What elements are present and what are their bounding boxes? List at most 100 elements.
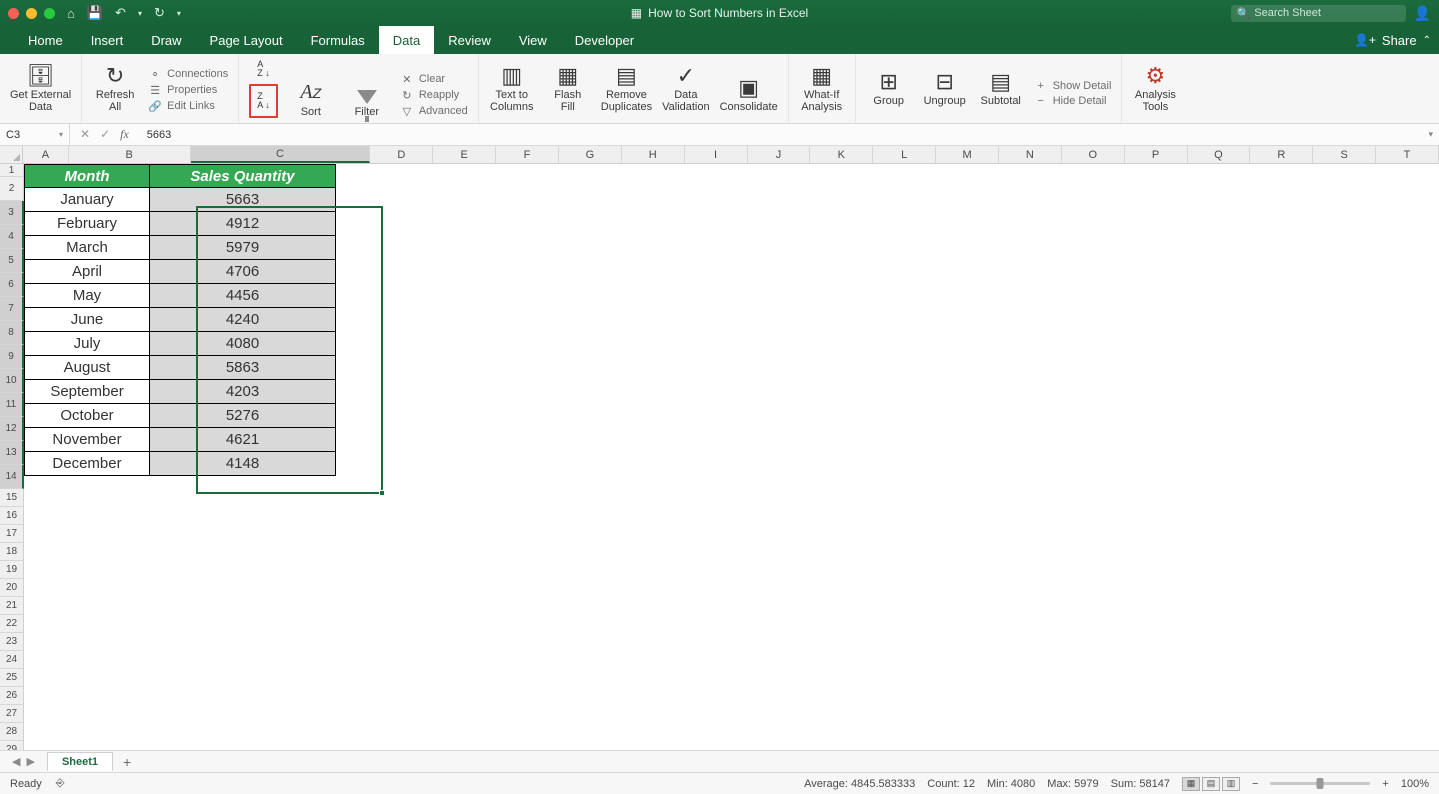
row-header-5[interactable]: 5	[0, 249, 24, 273]
namebox-dropdown-icon[interactable]: ▾	[59, 130, 63, 139]
table-header-qty[interactable]: Sales Quantity	[150, 164, 336, 188]
undo-icon[interactable]: ↶	[115, 5, 126, 21]
table-cell-value[interactable]: 4456	[150, 284, 336, 308]
table-cell-value[interactable]: 4621	[150, 428, 336, 452]
column-header-A[interactable]: A	[23, 146, 68, 163]
row-header-23[interactable]: 23	[0, 633, 24, 651]
column-header-Q[interactable]: Q	[1188, 146, 1251, 163]
table-cell-month[interactable]: November	[24, 428, 150, 452]
column-header-J[interactable]: J	[748, 146, 811, 163]
table-cell-month[interactable]: September	[24, 380, 150, 404]
sheet-nav-next-icon[interactable]: ▶	[26, 755, 34, 768]
row-header-12[interactable]: 12	[0, 417, 24, 441]
select-all-corner[interactable]	[0, 146, 23, 163]
table-cell-month[interactable]: May	[24, 284, 150, 308]
consolidate-button[interactable]: ▣Consolidate	[720, 77, 778, 113]
formula-input[interactable]: 5663	[139, 129, 171, 141]
table-cell-month[interactable]: August	[24, 356, 150, 380]
tab-insert[interactable]: Insert	[77, 26, 138, 54]
refresh-all-button[interactable]: ↻ Refresh All	[92, 65, 138, 113]
spreadsheet-grid[interactable]: ABCDEFGHIJKLMNOPQRST 1234567891011121314…	[0, 146, 1439, 750]
row-header-2[interactable]: 2	[0, 177, 24, 201]
sort-ascending-button[interactable]: AZ ↓	[257, 60, 270, 78]
row-header-1[interactable]: 1	[0, 164, 24, 177]
row-header-20[interactable]: 20	[0, 579, 24, 597]
table-cell-value[interactable]: 4706	[150, 260, 336, 284]
show-detail-button[interactable]: +Show Detail	[1034, 80, 1112, 92]
row-header-13[interactable]: 13	[0, 441, 24, 465]
user-icon[interactable]: 👤	[1414, 5, 1431, 22]
row-header-22[interactable]: 22	[0, 615, 24, 633]
redo-icon[interactable]: ↻	[154, 5, 165, 21]
page-layout-view-icon[interactable]: ▤	[1202, 777, 1220, 791]
name-box[interactable]: C3 ▾	[0, 124, 70, 145]
row-header-27[interactable]: 27	[0, 705, 24, 723]
table-cell-month[interactable]: December	[24, 452, 150, 476]
column-header-M[interactable]: M	[936, 146, 999, 163]
column-header-I[interactable]: I	[685, 146, 748, 163]
row-header-10[interactable]: 10	[0, 369, 24, 393]
tab-formulas[interactable]: Formulas	[297, 26, 379, 54]
tab-developer[interactable]: Developer	[561, 26, 648, 54]
save-icon[interactable]: 💾	[87, 5, 103, 21]
column-header-T[interactable]: T	[1376, 146, 1439, 163]
home-icon[interactable]: ⌂	[67, 6, 75, 21]
undo-dropdown-icon[interactable]: ▾	[138, 9, 142, 18]
row-header-29[interactable]: 29	[0, 741, 24, 750]
table-cell-value[interactable]: 4912	[150, 212, 336, 236]
table-cell-value[interactable]: 5979	[150, 236, 336, 260]
normal-view-icon[interactable]: ▦	[1182, 777, 1200, 791]
page-break-view-icon[interactable]: ▥	[1222, 777, 1240, 791]
table-header-month[interactable]: Month	[24, 164, 150, 188]
tab-view[interactable]: View	[505, 26, 561, 54]
column-header-E[interactable]: E	[433, 146, 496, 163]
fill-handle[interactable]	[379, 490, 385, 496]
column-header-G[interactable]: G	[559, 146, 622, 163]
macro-record-icon[interactable]: ⎆	[56, 777, 65, 790]
column-header-N[interactable]: N	[999, 146, 1062, 163]
expand-formula-bar-icon[interactable]: ▾	[1428, 129, 1433, 140]
table-cell-month[interactable]: February	[24, 212, 150, 236]
column-header-H[interactable]: H	[622, 146, 685, 163]
advanced-filter-button[interactable]: ▽Advanced	[400, 105, 468, 118]
table-cell-value[interactable]: 4080	[150, 332, 336, 356]
zoom-slider[interactable]	[1270, 782, 1370, 785]
minimize-window-icon[interactable]	[26, 8, 37, 19]
ungroup-button[interactable]: ⊟Ungroup	[922, 71, 968, 107]
text-to-columns-button[interactable]: ▥Text to Columns	[489, 65, 535, 113]
data-validation-button[interactable]: ✓Data Validation	[662, 65, 710, 113]
subtotal-button[interactable]: ▤Subtotal	[978, 71, 1024, 107]
column-header-O[interactable]: O	[1062, 146, 1125, 163]
sort-descending-button[interactable]: ZA ↓	[257, 92, 270, 110]
row-header-4[interactable]: 4	[0, 225, 24, 249]
row-header-14[interactable]: 14	[0, 465, 24, 489]
filter-button[interactable]: Filter	[344, 90, 390, 118]
tab-page-layout[interactable]: Page Layout	[196, 26, 297, 54]
sheet-nav-prev-icon[interactable]: ◀	[12, 755, 20, 768]
close-window-icon[interactable]	[8, 8, 19, 19]
table-cell-month[interactable]: January	[24, 188, 150, 212]
row-header-28[interactable]: 28	[0, 723, 24, 741]
fx-icon[interactable]: fx	[120, 127, 129, 142]
table-cell-value[interactable]: 5863	[150, 356, 336, 380]
zoom-window-icon[interactable]	[44, 8, 55, 19]
row-header-6[interactable]: 6	[0, 273, 24, 297]
flash-fill-button[interactable]: ▦Flash Fill	[545, 65, 591, 113]
row-header-19[interactable]: 19	[0, 561, 24, 579]
column-header-R[interactable]: R	[1250, 146, 1313, 163]
column-header-K[interactable]: K	[810, 146, 873, 163]
add-sheet-button[interactable]: +	[113, 754, 141, 770]
column-header-D[interactable]: D	[370, 146, 433, 163]
analysis-tools-button[interactable]: ⚙Analysis Tools	[1132, 65, 1178, 113]
column-header-B[interactable]: B	[69, 146, 191, 163]
row-header-17[interactable]: 17	[0, 525, 24, 543]
table-cell-value[interactable]: 4240	[150, 308, 336, 332]
search-sheet-input[interactable]: 🔍 Search Sheet	[1231, 5, 1406, 22]
remove-duplicates-button[interactable]: ▤Remove Duplicates	[601, 65, 652, 113]
table-cell-month[interactable]: April	[24, 260, 150, 284]
table-cell-value[interactable]: 4148	[150, 452, 336, 476]
connections-button[interactable]: ⚬Connections	[148, 68, 228, 81]
edit-links-button[interactable]: 🔗Edit Links	[148, 100, 228, 113]
row-header-7[interactable]: 7	[0, 297, 24, 321]
zoom-out-button[interactable]: −	[1252, 778, 1258, 790]
